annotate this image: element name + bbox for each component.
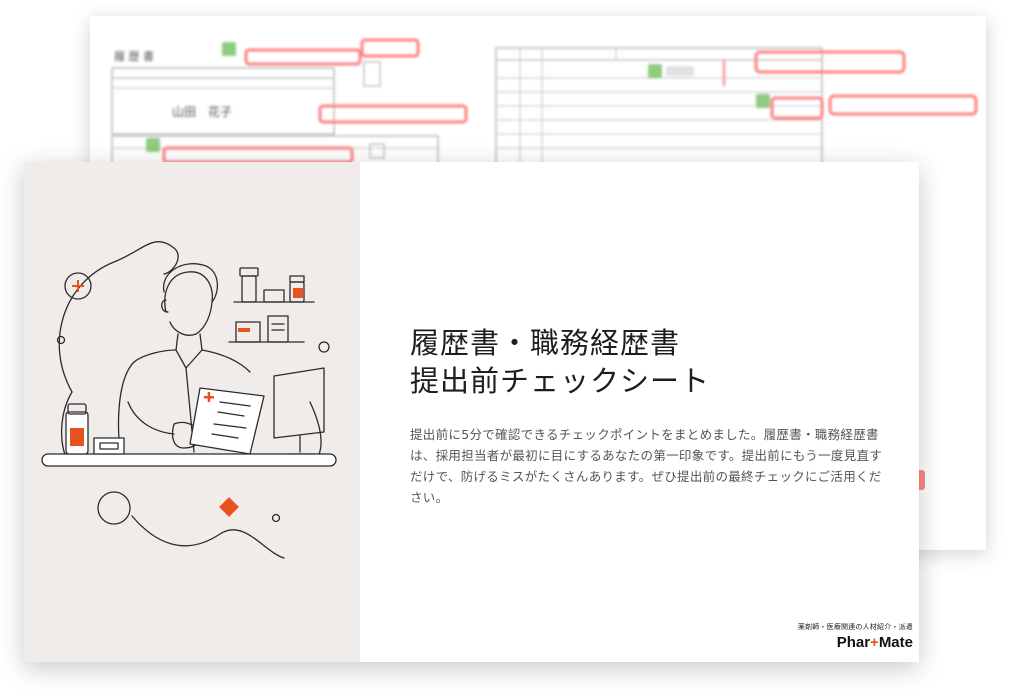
- pharmacist-reading-document-icon: [41, 241, 337, 559]
- title-line-2: 提出前チェックシート: [410, 364, 711, 398]
- page-title: 履歴書・職務経歴書 提出前チェックシート: [410, 324, 710, 400]
- back-sheet-highlight-edge: [919, 470, 925, 490]
- title-line-1: 履歴書・職務経歴書: [410, 326, 681, 360]
- brand-wordmark-left: Phar: [836, 634, 871, 651]
- brand-wordmark: Phar+Mate: [837, 634, 913, 651]
- checksheet-cover: 履歴書・職務経歴書 提出前チェックシート 提出前に5分で確認できるチェックポイン…: [24, 162, 919, 662]
- brand-logo: 薬剤師・医療関連の人材紹介・派遣 Phar+Mate: [798, 622, 913, 652]
- brand-tagline: 薬剤師・医療関連の人材紹介・派遣: [797, 623, 913, 631]
- cover-description: 提出前に5分で確認できるチェックポイントをまとめました。履歴書・職務経歴書は、採…: [410, 427, 883, 505]
- illustration-panel: [24, 162, 360, 662]
- brand-plus-icon: +: [870, 634, 879, 651]
- resume-heading: 履 歴 書: [114, 49, 154, 63]
- resume-name: 山田 花子: [172, 104, 232, 119]
- brand-wordmark-right: Mate: [878, 634, 913, 651]
